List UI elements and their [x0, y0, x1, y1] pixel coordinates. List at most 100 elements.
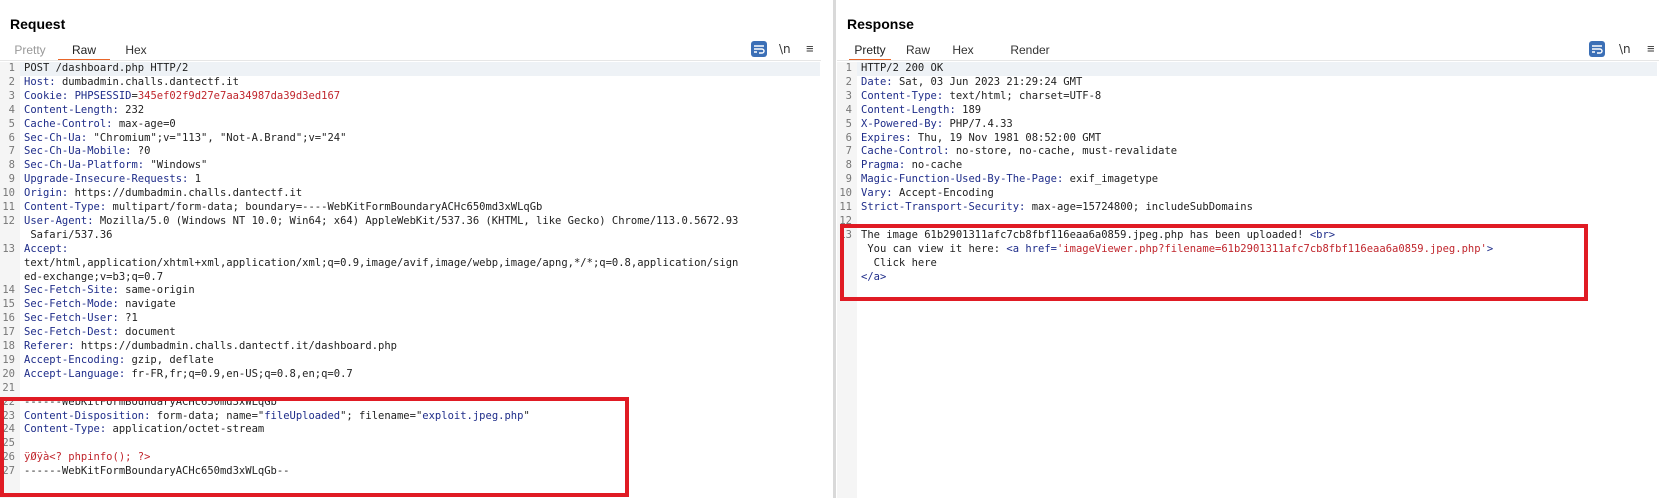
- hamburger-menu-icon[interactable]: ≡: [806, 41, 814, 57]
- response-title: Response: [847, 16, 914, 32]
- line-number: 2: [8, 75, 15, 88]
- line-text: Host: dumbadmin.challs.dantectf.it: [24, 76, 239, 90]
- code-token: ?1: [125, 312, 138, 325]
- code-token: User-Agent:: [24, 214, 100, 227]
- line-text: Sec-Fetch-User: ?1: [24, 312, 138, 326]
- tab-render[interactable]: Render: [1009, 41, 1051, 59]
- code-token: Cookie:: [24, 89, 75, 102]
- code-token: Safari/537.36: [24, 228, 113, 241]
- code-token: Cache-Control:: [24, 117, 119, 130]
- line-number: 10: [839, 187, 852, 200]
- line-number: 1: [8, 62, 15, 74]
- highlight-box-response-body: [840, 224, 1588, 301]
- code-token: fr-FR,fr;q=0.9,en-US;q=0.8,en;q=0.7: [131, 367, 353, 380]
- line-text: Cookie: PHPSESSID=345ef02f9d27e7aa34987d…: [24, 90, 340, 104]
- code-token: https://dumbadmin.challs.dantectf.it: [74, 187, 303, 200]
- code-token: Origin:: [24, 187, 75, 200]
- line-text: Strict-Transport-Security: max-age=15724…: [861, 201, 1253, 215]
- line-text: Safari/537.36: [24, 228, 113, 243]
- code-token: X-Powered-By:: [861, 117, 950, 130]
- line-text: Sec-Fetch-Mode: navigate: [24, 298, 176, 312]
- line-number: 20: [2, 367, 15, 380]
- request-pane: Request Pretty Raw Hex \n ≡ 1 POST /dashb…: [0, 0, 833, 498]
- line-text: HTTP/2 200 OK: [861, 62, 943, 76]
- tab-hex[interactable]: Hex: [951, 41, 975, 59]
- line-text: Referer: https://dumbadmin.challs.dantec…: [24, 340, 397, 354]
- tab-raw[interactable]: Raw: [905, 41, 931, 59]
- line-number: 9: [845, 173, 852, 186]
- code-token: document: [125, 326, 176, 339]
- line-text: Sec-Ch-Ua-Mobile: ?0: [24, 145, 150, 159]
- code-token: max-age=15724800; includeSubDomains: [1031, 201, 1253, 213]
- line-number: 8: [8, 159, 15, 172]
- code-token: Vary:: [861, 187, 899, 200]
- code-token: max-age=0: [118, 117, 176, 130]
- line-text: X-Powered-By: PHP/7.4.33: [861, 118, 1013, 132]
- line-text: text/html,application/xhtml+xml,applicat…: [24, 257, 738, 271]
- code-token: Accept-Encoding:: [24, 353, 132, 366]
- code-token: "Windows": [150, 159, 208, 172]
- line-number: 13: [2, 242, 15, 255]
- line-number: 11: [2, 201, 15, 213]
- wrap-lines-icon[interactable]: [1589, 41, 1605, 57]
- code-token: no-cache: [911, 159, 963, 172]
- code-token: multipart/form-data; boundary=----WebKit…: [112, 201, 543, 213]
- code-token: Magic-Function-Used-By-The-Page:: [861, 173, 1070, 186]
- code-token: Content-Type:: [861, 89, 950, 102]
- tab-raw[interactable]: Raw: [58, 41, 110, 61]
- line-text: Accept-Encoding: gzip, deflate: [24, 354, 214, 368]
- line-number: 6: [8, 131, 15, 144]
- code-token: 232: [125, 103, 145, 116]
- line-number: 12: [2, 214, 15, 227]
- code-token: 345ef02f9d27e7aa34987da39d3ed167: [137, 89, 341, 102]
- line-text: Sec-Fetch-Dest: document: [24, 326, 176, 340]
- code-token: Sec-Fetch-User:: [24, 312, 126, 325]
- code-token: Thu, 19 Nov 1981 08:52:00 GMT: [917, 131, 1102, 144]
- code-token: Sec-Fetch-Site:: [24, 284, 126, 297]
- code-token: POST /dashboard.php HTTP/2: [24, 62, 189, 74]
- line-text: Sec-Ch-Ua-Platform: "Windows": [24, 159, 207, 173]
- code-token: Mozilla/5.0 (Windows NT 10.0; Win64; x64…: [99, 214, 739, 227]
- code-token: dumbadmin.challs.dantectf.it: [61, 75, 239, 88]
- line-number: 4: [8, 103, 15, 116]
- line-number: 1: [845, 62, 852, 74]
- code-token: same-origin: [125, 284, 195, 297]
- show-newlines-button[interactable]: \n: [779, 41, 791, 57]
- code-token: "Chromium";v="113", "Not-A.Brand";v="24": [93, 131, 347, 144]
- code-token: text/html; charset=UTF-8: [949, 89, 1102, 102]
- response-tabs: Pretty Raw Hex Render: [837, 41, 1671, 61]
- line-text: Origin: https://dumbadmin.challs.dantect…: [24, 187, 302, 201]
- request-title: Request: [10, 16, 66, 32]
- line-number: 16: [2, 312, 15, 325]
- code-token: Accept-Language:: [24, 367, 132, 380]
- tab-pretty[interactable]: Pretty: [849, 41, 891, 61]
- line-number: 9: [8, 173, 15, 186]
- line-number: 6: [845, 131, 852, 144]
- line-text: Accept-Language: fr-FR,fr;q=0.9,en-US;q=…: [24, 368, 353, 382]
- line-text: Content-Length: 189: [861, 104, 981, 118]
- wrap-lines-icon[interactable]: [751, 41, 767, 57]
- code-token: PHPSESSID: [74, 89, 132, 102]
- tab-hex[interactable]: Hex: [124, 41, 148, 59]
- pane-divider[interactable]: [833, 0, 836, 498]
- code-token: exif_imagetype: [1069, 173, 1159, 186]
- code-token: https://dumbadmin.challs.dantectf.it/das…: [80, 340, 397, 352]
- line-text: Pragma: no-cache: [861, 159, 962, 173]
- line-number: 17: [2, 326, 15, 339]
- line-number: 5: [845, 117, 852, 130]
- code-token: Cache-Control:: [861, 145, 956, 158]
- line-number: 7: [8, 145, 15, 158]
- line-text: Content-Type: multipart/form-data; bound…: [24, 201, 542, 215]
- code-token: text/html,application/xhtml+xml,applicat…: [24, 256, 739, 269]
- line-text: User-Agent: Mozilla/5.0 (Windows NT 10.0…: [24, 215, 738, 229]
- code-token: Pragma:: [861, 159, 912, 172]
- tab-pretty[interactable]: Pretty: [14, 41, 46, 59]
- hamburger-menu-icon[interactable]: ≡: [1647, 41, 1655, 57]
- code-token: Sec-Fetch-Dest:: [24, 326, 126, 339]
- code-token: Accept-Encoding: [898, 187, 994, 200]
- line-number: 3: [8, 89, 15, 102]
- show-newlines-button[interactable]: \n: [1619, 41, 1631, 57]
- code-token: Sat, 03 Jun 2023 21:29:24 GMT: [898, 75, 1083, 88]
- code-token: HTTP/2 200 OK: [861, 62, 944, 74]
- response-pane: Response Pretty Raw Hex Render \n ≡ 1 HTT…: [837, 0, 1671, 498]
